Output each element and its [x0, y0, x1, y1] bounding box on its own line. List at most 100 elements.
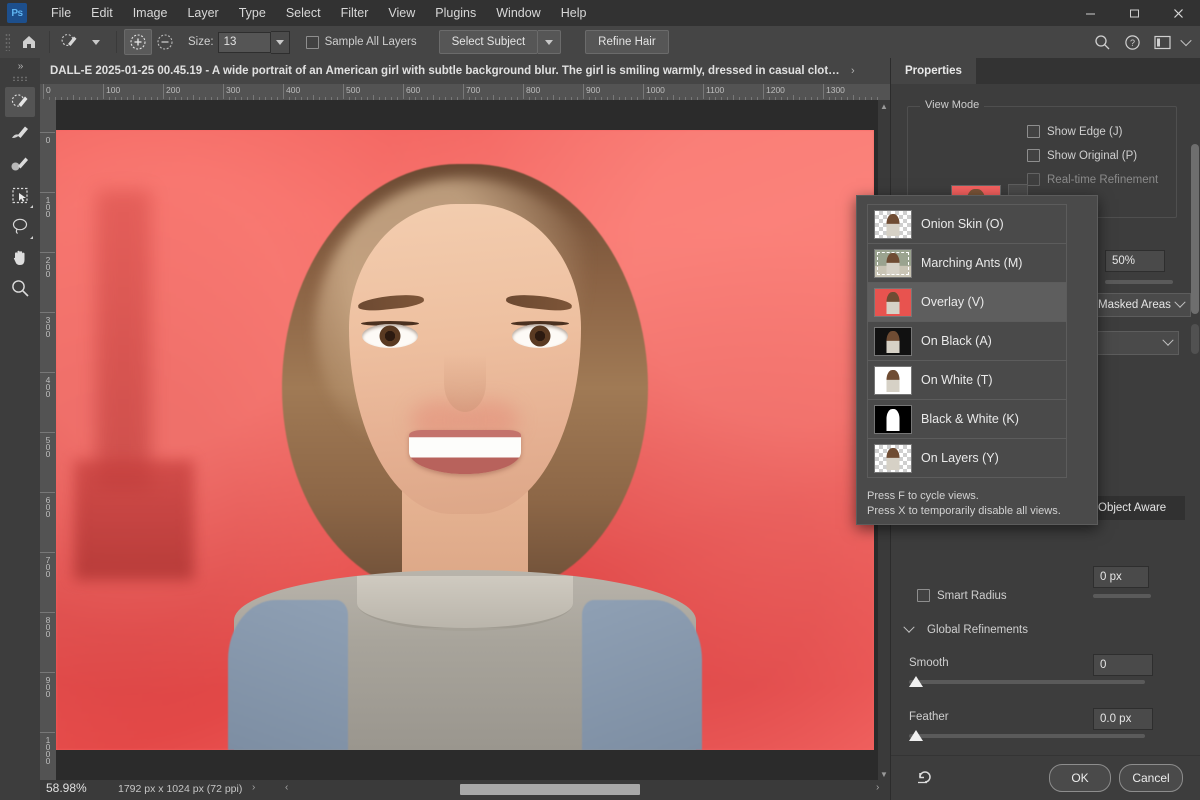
opacity-slider-track[interactable] [1105, 280, 1173, 284]
toolbar-collapse-button[interactable]: » [0, 58, 40, 74]
view-mode-option[interactable]: On Black (A) [868, 322, 1066, 361]
smooth-input[interactable]: 0 [1093, 654, 1153, 676]
smart-radius-checkbox[interactable]: Smart Radius [917, 589, 1007, 602]
view-mode-option-label: Overlay (V) [921, 295, 985, 309]
lasso-tool[interactable] [5, 211, 35, 241]
menu-window[interactable]: Window [486, 3, 550, 23]
chevron-down-icon [1174, 296, 1186, 308]
ruler-tick [40, 192, 55, 193]
chevron-down-icon[interactable] [903, 621, 915, 633]
select-subject-dropdown-icon[interactable] [538, 30, 562, 54]
properties-scrollbar[interactable] [1191, 144, 1199, 314]
hand-tool[interactable] [5, 242, 35, 272]
horizontal-scrollbar-thumb[interactable] [460, 784, 640, 795]
properties-scrollbar-track[interactable] [1191, 324, 1199, 354]
menu-help[interactable]: Help [551, 3, 597, 23]
smooth-slider-knob[interactable] [909, 676, 923, 687]
canvas-area[interactable] [56, 100, 890, 780]
help-icon[interactable]: ? [1118, 29, 1146, 55]
toolbar-grip[interactable] [12, 76, 28, 81]
ruler-tick [40, 432, 55, 433]
minimize-button[interactable] [1068, 0, 1112, 26]
size-input[interactable]: 13 [217, 31, 271, 53]
show-edge-checkbox[interactable]: Show Edge (J) [1027, 125, 1122, 138]
cancel-button[interactable]: Cancel [1119, 764, 1183, 792]
sample-all-layers-checkbox[interactable]: Sample All Layers [305, 35, 417, 49]
checkbox-box [917, 589, 930, 602]
view-mode-dropdown[interactable]: Onion Skin (O) Marching Ants (M) Overlay (… [856, 195, 1098, 525]
tab-overflow-arrow-icon[interactable]: › [851, 65, 855, 77]
view-mode-option[interactable]: Onion Skin (O) [868, 205, 1066, 244]
ruler-tick-label: 200 [166, 85, 181, 95]
document-tab-title: DALL-E 2025-01-25 00.45.19 - A wide port… [50, 65, 845, 77]
menu-image[interactable]: Image [123, 3, 178, 23]
tab-properties[interactable]: Properties [891, 58, 976, 84]
global-refinements-header[interactable]: Global Refinements [903, 621, 1028, 636]
smooth-slider-track[interactable] [909, 680, 1145, 684]
menu-filter[interactable]: Filter [331, 3, 379, 23]
home-icon[interactable] [16, 30, 42, 54]
vertical-ruler[interactable]: 0 100 200 300 400 500 600 700 800 900 1000 [40, 100, 57, 780]
checkbox-box [305, 35, 319, 49]
indicates-select-dropdown[interactable]: Masked Areas [1091, 293, 1191, 317]
menu-layer[interactable]: Layer [177, 3, 228, 23]
view-mode-option[interactable]: On Layers (Y) [868, 439, 1066, 477]
status-bar [0, 780, 40, 800]
ruler-tick [523, 84, 524, 99]
refine-hair-button[interactable]: Refine Hair [585, 30, 669, 54]
add-to-selection-icon[interactable] [124, 29, 152, 55]
reset-icon[interactable] [915, 767, 935, 790]
menu-plugins[interactable]: Plugins [425, 3, 486, 23]
workspace-dropdown-icon[interactable] [1178, 29, 1194, 55]
workspace-icon[interactable] [1148, 29, 1176, 55]
ruler-tick [763, 84, 764, 99]
horizontal-ruler[interactable]: 0 100 200 300 400 500 600 700 800 900 1000 1100 1200… [40, 84, 890, 101]
zoom-tool[interactable] [5, 273, 35, 303]
document-tab[interactable]: DALL-E 2025-01-25 00.45.19 - A wide port… [40, 58, 890, 85]
radius-input[interactable]: 0 px [1093, 566, 1149, 588]
scroll-right-arrow-icon[interactable]: › [876, 782, 879, 793]
scroll-left-arrow-icon[interactable]: ‹ [285, 782, 288, 793]
tool-preset-dropdown[interactable] [83, 30, 109, 54]
ruler-tick [823, 84, 824, 99]
menu-type[interactable]: Type [229, 3, 276, 23]
maximize-button[interactable] [1112, 0, 1156, 26]
view-mode-thumbnail [874, 404, 912, 434]
opacity-input[interactable]: 50% [1105, 250, 1165, 272]
subtract-from-selection-icon[interactable] [152, 30, 178, 54]
brush-tool[interactable] [5, 149, 35, 179]
refine-edge-brush-tool[interactable] [5, 118, 35, 148]
view-mode-option[interactable]: Black & White (K) [868, 400, 1066, 439]
quick-selection-tool[interactable] [5, 87, 35, 117]
zoom-level[interactable]: 58.98% [46, 781, 87, 795]
menu-view[interactable]: View [378, 3, 425, 23]
scroll-up-arrow-icon[interactable]: ▲ [878, 100, 890, 112]
document-image[interactable] [56, 130, 874, 750]
show-original-checkbox[interactable]: Show Original (P) [1027, 149, 1137, 162]
size-dropdown-icon[interactable] [270, 30, 290, 54]
view-mode-option[interactable]: Overlay (V) [868, 283, 1066, 322]
feather-input[interactable]: 0.0 px [1093, 708, 1153, 730]
close-button[interactable] [1156, 0, 1200, 26]
shirt-collar [357, 576, 573, 631]
ruler-tick [40, 312, 55, 313]
radius-slider-track[interactable] [1093, 594, 1151, 598]
scroll-down-arrow-icon[interactable]: ▼ [878, 768, 890, 780]
view-mode-option-label: Onion Skin (O) [921, 217, 1004, 231]
ruler-tick-label: 400 [43, 375, 53, 396]
menu-select[interactable]: Select [276, 3, 331, 23]
status-expand-arrow-icon[interactable]: › [252, 782, 255, 793]
options-bar-grip[interactable] [5, 33, 10, 51]
feather-slider-knob[interactable] [909, 730, 923, 741]
feather-slider-track[interactable] [909, 734, 1145, 738]
search-icon[interactable] [1088, 29, 1116, 55]
ok-button[interactable]: OK [1049, 764, 1111, 792]
menu-file[interactable]: File [41, 3, 81, 23]
object-selection-tool[interactable] [5, 180, 35, 210]
view-mode-option[interactable]: Marching Ants (M) [868, 244, 1066, 283]
select-subject-button[interactable]: Select Subject [438, 30, 539, 54]
menu-edit[interactable]: Edit [81, 3, 123, 23]
view-mode-option[interactable]: On White (T) [868, 361, 1066, 400]
quick-selection-icon[interactable] [57, 30, 83, 54]
edge-detection-mode-value[interactable]: Object Aware [1091, 496, 1185, 520]
